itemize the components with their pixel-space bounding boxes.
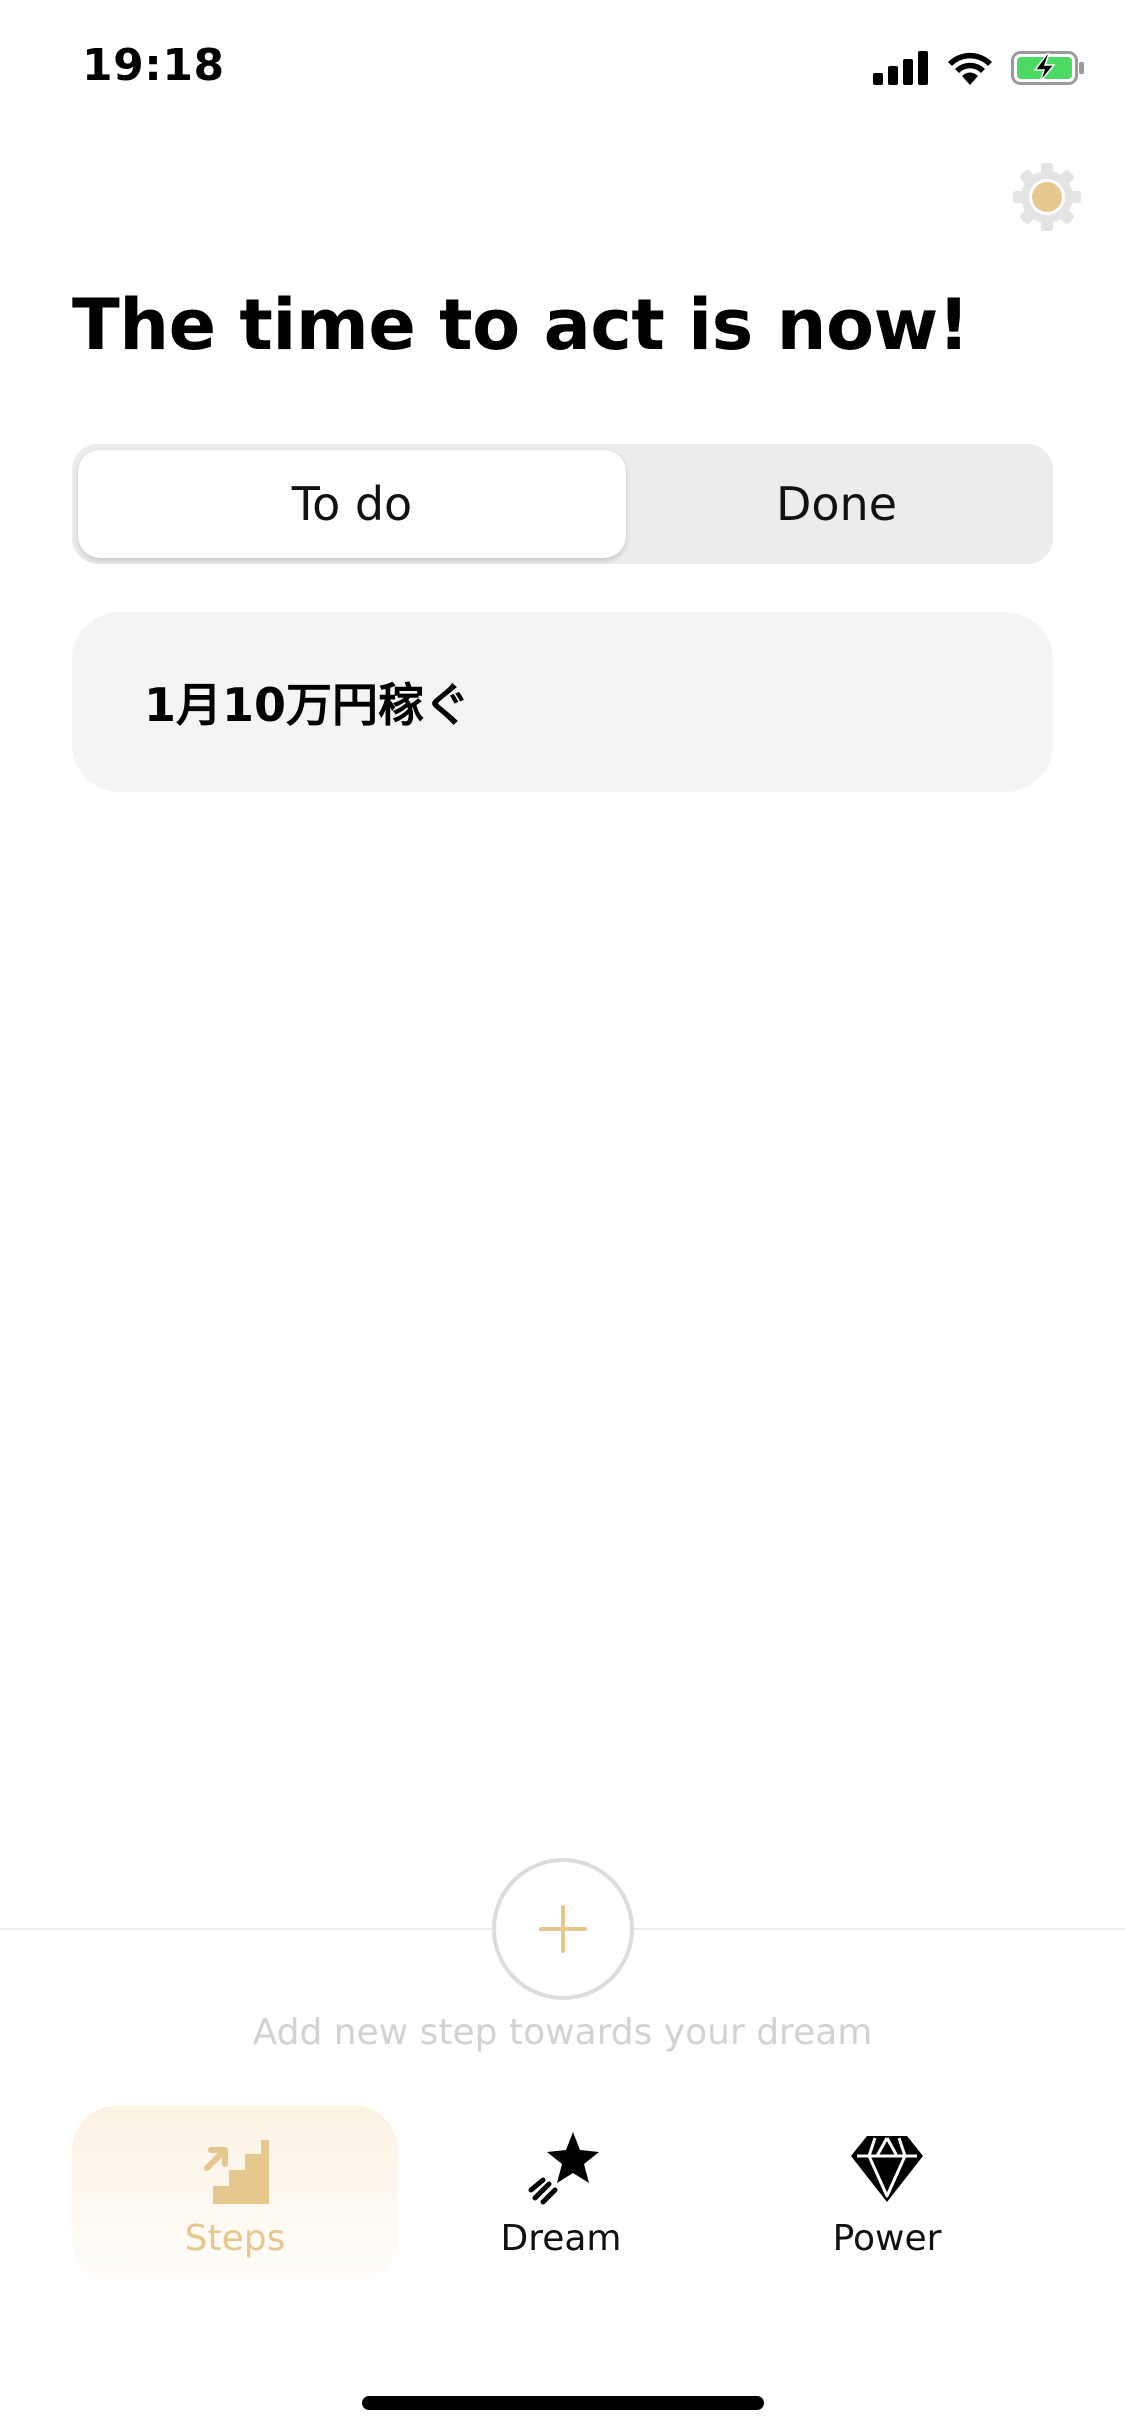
tab-dream-label: Dream (500, 2218, 622, 2259)
shooting-star-icon (528, 2132, 599, 2205)
tab-dream[interactable]: Dream (398, 2106, 724, 2282)
wifi-icon (948, 52, 992, 85)
home-indicator[interactable] (362, 2396, 764, 2410)
battery-charging-icon (1011, 51, 1084, 85)
tab-power-label: Power (832, 2218, 942, 2259)
diamond-icon (851, 2136, 923, 2202)
plus-icon (539, 1905, 587, 1953)
stairs-icon (204, 2140, 269, 2204)
tab-steps[interactable]: Steps (72, 2106, 398, 2282)
status-icons (873, 48, 1085, 88)
add-step-button[interactable] (492, 1858, 634, 2000)
gear-icon (1013, 163, 1081, 231)
settings-button[interactable] (1013, 163, 1081, 231)
page-title: The time to act is now! (72, 284, 970, 366)
status-time: 19:18 (82, 40, 225, 91)
segment-done[interactable]: Done (626, 450, 1047, 558)
todo-done-segmented-control: To do Done (72, 444, 1053, 564)
step-card[interactable]: 1月10万円稼ぐ (72, 612, 1053, 792)
segment-todo[interactable]: To do (78, 450, 626, 558)
step-text: 1月10万円稼ぐ (144, 678, 471, 732)
steps-screen: 19:18 The time to act is now! To do Done… (0, 0, 1125, 2436)
tab-steps-label: Steps (184, 2218, 286, 2259)
cellular-signal-icon (873, 51, 928, 85)
tab-power[interactable]: Power (724, 2106, 1050, 2282)
add-step-hint: Add new step towards your dream (252, 2012, 873, 2053)
